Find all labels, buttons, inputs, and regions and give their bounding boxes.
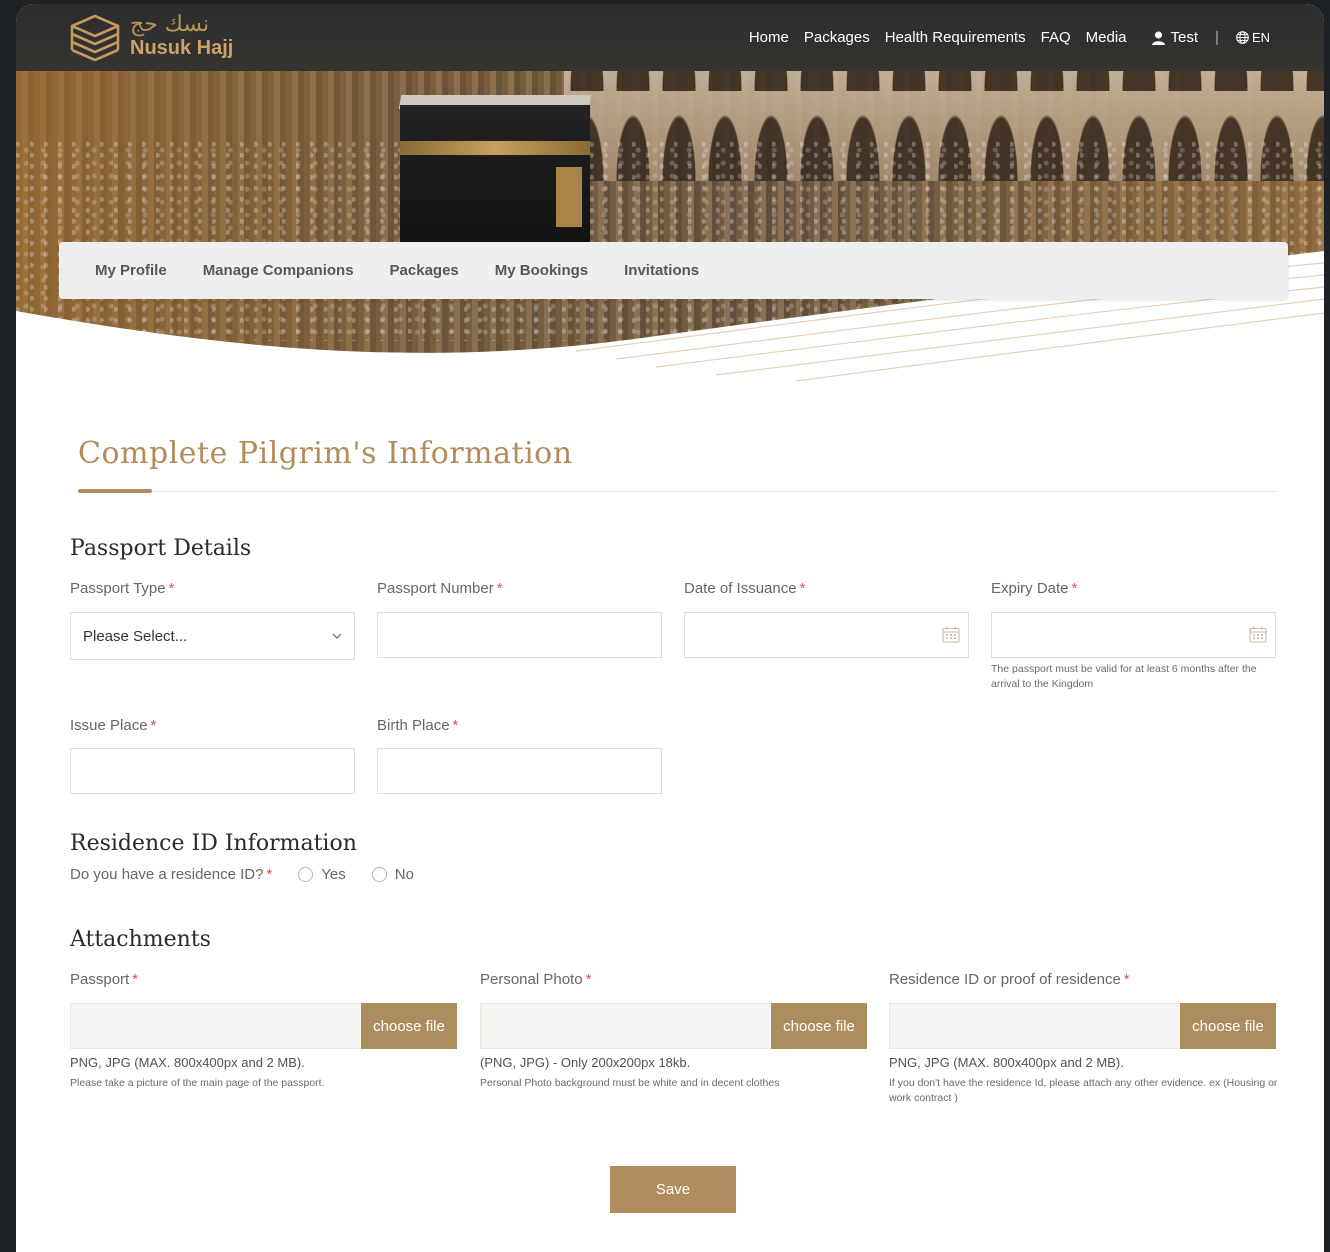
page-title: Complete Pilgrim's Information — [78, 436, 573, 471]
kaaba-logo-icon — [70, 14, 120, 62]
logo-english-text: Nusuk Hajj — [130, 37, 234, 59]
issue-place-input[interactable] — [70, 748, 355, 794]
personal-photo-label: Personal Photo * — [480, 971, 592, 988]
passport-type-value: Please Select... — [83, 627, 188, 645]
passport-choose-file-button[interactable]: choose file — [361, 1003, 457, 1049]
personal-photo-upload[interactable]: choose file — [480, 1003, 867, 1049]
tab-my-profile[interactable]: My Profile — [95, 262, 167, 279]
date-of-issuance-input[interactable] — [684, 612, 969, 658]
passport-format-hint: PNG, JPG (MAX. 800x400px and 2 MB). — [70, 1055, 305, 1070]
logo-arabic-text: نسك حج — [130, 12, 210, 37]
nav-faq[interactable]: FAQ — [1041, 29, 1071, 46]
tab-my-bookings[interactable]: My Bookings — [495, 262, 588, 279]
user-icon — [1151, 31, 1165, 45]
user-name: Test — [1170, 29, 1199, 46]
residence-proof-format-hint: PNG, JPG (MAX. 800x400px and 2 MB). — [889, 1055, 1124, 1070]
passport-type-select[interactable]: Please Select... — [70, 612, 355, 660]
tab-manage-companions[interactable]: Manage Companions — [203, 262, 354, 279]
section-attachments: Attachments — [70, 927, 211, 952]
nav-media[interactable]: Media — [1086, 29, 1127, 46]
top-navbar: نسك حج Nusuk Hajj Home Packages Health R… — [16, 4, 1324, 71]
birth-place-label: Birth Place * — [377, 717, 459, 734]
expiry-date-input[interactable] — [991, 612, 1276, 658]
expiry-date-label: Expiry Date * — [991, 580, 1078, 597]
calendar-icon[interactable] — [942, 626, 960, 643]
language-code: EN — [1251, 30, 1270, 45]
nav-home[interactable]: Home — [749, 29, 789, 46]
nav-packages[interactable]: Packages — [804, 29, 870, 46]
profile-tabs: My Profile Manage Companions Packages My… — [59, 242, 1288, 299]
main-content: Complete Pilgrim's Information Passport … — [16, 4, 1324, 1252]
nusuk-logo[interactable]: نسك حج Nusuk Hajj — [68, 10, 233, 62]
user-menu[interactable]: Test — [1151, 29, 1199, 46]
residence-proof-choose-file-button[interactable]: choose file — [1180, 1003, 1276, 1049]
residence-proof-note: If you don't have the residence Id, plea… — [889, 1077, 1278, 1104]
main-nav: Home Packages Health Requirements FAQ Me… — [749, 4, 1270, 71]
passport-type-label: Passport Type * — [70, 580, 175, 597]
passport-note: Please take a picture of the main page o… — [70, 1077, 325, 1089]
passport-number-input[interactable] — [377, 612, 662, 658]
radio-circle[interactable] — [298, 867, 314, 882]
issue-place-label: Issue Place * — [70, 717, 157, 734]
tab-invitations[interactable]: Invitations — [624, 262, 699, 279]
title-divider — [78, 491, 1276, 492]
passport-upload[interactable]: choose file — [70, 1003, 457, 1049]
section-passport-details: Passport Details — [70, 536, 252, 561]
language-switcher[interactable]: EN — [1236, 30, 1270, 45]
residence-proof-label: Residence ID or proof of residence * — [889, 971, 1130, 988]
personal-photo-note: Personal Photo background must be white … — [480, 1077, 780, 1089]
personal-photo-choose-file-button[interactable]: choose file — [771, 1003, 867, 1049]
section-residence-id: Residence ID Information — [70, 831, 357, 856]
radio-circle[interactable] — [371, 867, 387, 882]
date-of-issuance-label: Date of Issuance * — [684, 580, 806, 597]
chevron-down-icon — [332, 633, 342, 639]
calendar-icon[interactable] — [1249, 626, 1267, 643]
passport-attachment-label: Passport * — [70, 971, 139, 988]
personal-photo-format-hint: (PNG, JPG) - Only 200x200px 18kb. — [480, 1055, 691, 1070]
expiry-date-hint: The passport must be valid for at least … — [991, 663, 1257, 690]
nav-health-requirements[interactable]: Health Requirements — [885, 29, 1026, 46]
birth-place-input[interactable] — [377, 748, 662, 794]
residence-proof-upload[interactable]: choose file — [889, 1003, 1276, 1049]
browser-page: نسك حج Nusuk Hajj Home Packages Health R… — [16, 4, 1324, 1252]
residence-no-radio[interactable]: No — [371, 866, 414, 883]
title-accent-bar — [78, 489, 152, 493]
tab-packages[interactable]: Packages — [390, 262, 459, 279]
residence-id-question: Do you have a residence ID? * Yes No — [70, 866, 414, 883]
residence-yes-radio[interactable]: Yes — [298, 866, 346, 883]
globe-icon — [1236, 31, 1249, 44]
residence-question-label: Do you have a residence ID? * — [70, 866, 273, 883]
nav-divider: | — [1215, 29, 1219, 46]
save-button[interactable]: Save — [610, 1166, 736, 1213]
passport-number-label: Passport Number * — [377, 580, 503, 597]
